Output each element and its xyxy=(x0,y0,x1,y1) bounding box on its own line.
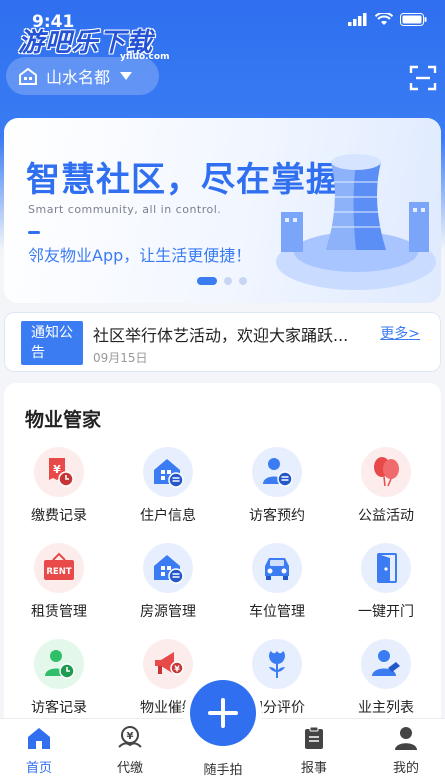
tab-label: 首页 xyxy=(25,761,52,776)
service-visitor-record[interactable]: 访客记录 xyxy=(4,639,114,719)
community-icon xyxy=(19,67,37,85)
status-icons xyxy=(348,13,427,26)
megaphone-icon: ¥ xyxy=(155,652,184,675)
pagination-dot[interactable] xyxy=(224,277,232,285)
house-source-icon xyxy=(154,555,184,584)
banner-pagination xyxy=(197,277,247,285)
balloon-icon xyxy=(374,457,399,487)
notice-tag: 通知公告 xyxy=(21,321,83,365)
service-owner-list[interactable]: 业主列表 xyxy=(331,639,441,719)
wifi-icon xyxy=(375,13,393,25)
banner-subtitle: Smart community, all in control. xyxy=(28,203,222,216)
location-name: 山水名都 xyxy=(46,68,111,87)
tab-label: 我的 xyxy=(392,761,419,776)
smart-building-illustration xyxy=(276,154,436,290)
tab-snapshot[interactable]: 随手拍 xyxy=(183,753,263,778)
scan-button[interactable] xyxy=(409,64,437,92)
svg-text:RENT: RENT xyxy=(46,567,71,577)
service-label: 缴费记录 xyxy=(31,508,87,524)
service-resident-info[interactable]: 住户信息 xyxy=(113,447,223,527)
notice-more-link[interactable]: 更多> xyxy=(380,323,420,343)
home-icon xyxy=(28,728,50,749)
plus-icon xyxy=(208,698,238,728)
payment-icon: ¥ xyxy=(118,726,142,748)
flower-icon xyxy=(269,651,285,678)
notice-date: 09月15日 xyxy=(93,351,148,365)
tab-label: 报事 xyxy=(300,761,327,776)
tab-label: 随手拍 xyxy=(203,763,243,778)
profile-icon xyxy=(395,727,417,750)
service-visitor-booking[interactable]: 访客预约 xyxy=(222,447,332,527)
tab-profile[interactable]: 我的 xyxy=(366,725,445,776)
service-rent-management[interactable]: RENT 租赁管理 xyxy=(4,543,114,623)
svg-text:¥: ¥ xyxy=(174,665,180,674)
svg-text:¥: ¥ xyxy=(53,463,61,476)
service-label: 房源管理 xyxy=(140,604,196,620)
signal-icon xyxy=(348,13,367,26)
promo-banner[interactable]: 智慧社区，尽在掌握。 Smart community, all in contr… xyxy=(4,118,441,303)
section-title: 物业管家 xyxy=(25,409,102,431)
service-public-activity[interactable]: 公益活动 xyxy=(331,447,441,527)
service-label: 业主列表 xyxy=(358,700,414,716)
location-selector[interactable]: 山水名都 xyxy=(6,57,159,95)
report-icon xyxy=(305,726,323,749)
banner-divider xyxy=(28,231,40,234)
notice-bar[interactable]: 通知公告 社区举行体艺活动，欢迎大家踊跃... 09月15日 更多> xyxy=(4,312,441,372)
service-label: 公益活动 xyxy=(358,508,414,524)
service-label: 车位管理 xyxy=(249,604,305,620)
tab-payment[interactable]: ¥ 代缴 xyxy=(90,725,170,776)
resident-info-icon xyxy=(154,459,184,488)
tab-report[interactable]: 报事 xyxy=(274,725,354,776)
service-bill-record[interactable]: ¥ 缴费记录 xyxy=(4,447,114,527)
banner-slogan: 邻友物业App，让生活更便捷！ xyxy=(28,246,252,265)
pagination-dot[interactable] xyxy=(197,277,217,285)
owner-list-icon xyxy=(372,650,400,676)
visitor-booking-icon xyxy=(263,458,293,487)
service-label: 访客记录 xyxy=(31,700,87,716)
door-open-icon xyxy=(377,553,397,583)
service-label: 一键开门 xyxy=(358,604,414,620)
pagination-dot[interactable] xyxy=(239,277,247,285)
snapshot-fab-button[interactable] xyxy=(190,680,256,746)
car-icon xyxy=(265,558,289,580)
tab-home[interactable]: 首页 xyxy=(0,725,79,776)
service-parking[interactable]: 车位管理 xyxy=(222,543,332,623)
svg-text:¥: ¥ xyxy=(127,731,134,742)
scan-icon xyxy=(409,65,437,91)
visitor-record-icon xyxy=(45,650,75,679)
service-label: 租赁管理 xyxy=(31,604,87,620)
tab-label: 代缴 xyxy=(116,761,143,776)
service-door-open[interactable]: 一键开门 xyxy=(331,543,441,623)
bill-record-icon: ¥ xyxy=(49,458,74,487)
battery-icon xyxy=(400,13,427,26)
chevron-down-icon xyxy=(120,72,133,80)
service-label: 访客预约 xyxy=(249,508,305,524)
service-house-source[interactable]: 房源管理 xyxy=(113,543,223,623)
rent-sign-icon: RENT xyxy=(44,552,74,580)
notice-text[interactable]: 社区举行体艺活动，欢迎大家踊跃... xyxy=(93,322,348,346)
service-label: 住户信息 xyxy=(140,508,196,524)
